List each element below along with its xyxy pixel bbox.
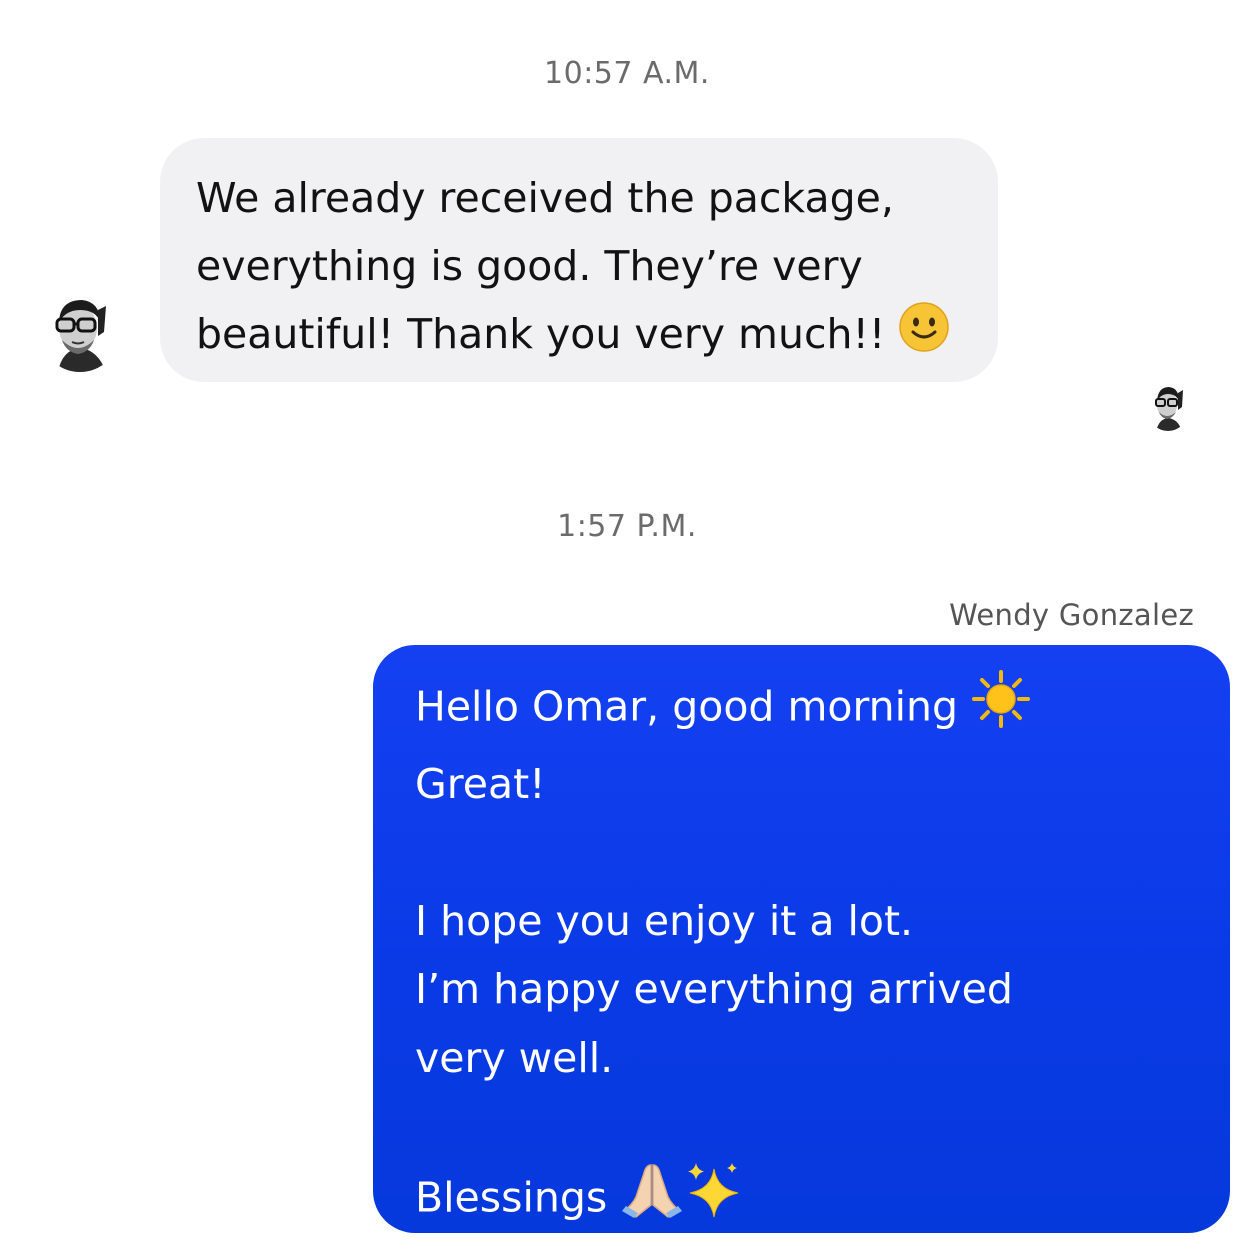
message-line [415,1092,1200,1161]
slightly-smiling-face-icon [898,301,950,373]
outgoing-message-bubble[interactable]: Hello Omar, good morning Great! I hope y… [373,645,1230,1233]
message-line: I’m happy everything arrived [415,965,1013,1013]
message-line [415,818,1200,887]
message-timestamp: 1:57 P.M. [557,509,697,544]
sun-icon [971,669,1031,750]
message-line-text: Blessings [415,1172,608,1221]
folded-hands-icon [620,1161,684,1240]
message-line: I hope you enjoy it a lot. [415,896,914,945]
message-line-text: beautiful! Thank you very much!! [196,310,886,358]
message-line-with-emoji: Hello Omar, good morning [415,669,1200,750]
message-line: very well. [415,1033,614,1082]
message-line: Great! [415,759,546,808]
message-line-with-emoji: beautiful! Thank you very much!! [196,300,968,373]
sender-name: Wendy Gonzalez [949,598,1194,632]
man-with-glasses-portrait-icon [40,292,120,372]
message-line-text: Hello Omar, good morning [415,682,959,731]
message-line: We already received the package, [196,174,894,222]
message-line-with-emoji: Blessings [415,1161,1200,1240]
incoming-message-bubble[interactable]: We already received the package, everyth… [160,138,998,382]
sparkles-icon [684,1161,742,1240]
man-with-glasses-portrait-icon [1148,383,1188,431]
read-receipt-avatar [1148,383,1188,431]
contact-avatar[interactable] [40,292,120,372]
message-timestamp: 10:57 A.M. [544,56,710,91]
message-line: everything is good. They’re very [196,242,863,290]
